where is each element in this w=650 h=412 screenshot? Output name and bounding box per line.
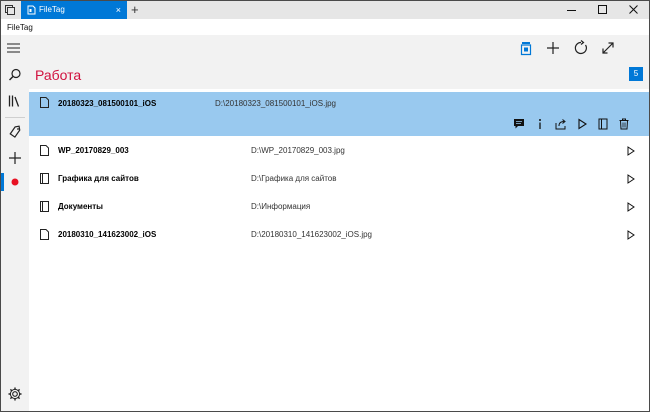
open-folder-button[interactable] — [593, 117, 614, 131]
delete-icon — [619, 118, 629, 130]
minimize-button[interactable] — [556, 1, 587, 19]
folder-book-icon — [40, 201, 49, 212]
folder-row[interactable]: Документы D:\Информация — [29, 193, 649, 221]
file-icon — [40, 97, 49, 108]
window-controls — [556, 1, 649, 19]
file-path: D:\Информация — [251, 202, 311, 211]
tag-jar-icon[interactable] — [518, 40, 534, 56]
file-row-selected[interactable]: 20180323_081500101_iOS D:\20180323_08150… — [29, 92, 649, 136]
close-window-button[interactable] — [618, 1, 649, 19]
file-row[interactable]: 20180310_141623002_iOS D:\20180310_14162… — [29, 221, 649, 249]
nav-separator — [5, 117, 25, 118]
settings-icon[interactable] — [7, 386, 23, 402]
close-icon — [629, 5, 638, 14]
refresh-icon[interactable] — [573, 40, 589, 56]
folder-book-icon — [40, 173, 49, 184]
play-icon[interactable] — [627, 202, 635, 212]
file-path: D:\WP_20170829_003.jpg — [251, 146, 345, 155]
comment-icon — [514, 119, 524, 129]
main-content: Работа 5 20180323_081500101_iOS D:\20180… — [29, 61, 649, 411]
library-icon[interactable] — [7, 93, 23, 109]
app-tab-icon — [27, 5, 36, 15]
file-path: D:\20180323_081500101_iOS.jpg — [215, 99, 336, 108]
tab-title: FileTag — [39, 5, 65, 14]
search-icon[interactable] — [7, 67, 23, 83]
left-nav — [1, 61, 29, 411]
file-row[interactable]: WP_20170829_003 D:\WP_20170829_003.jpg — [29, 137, 649, 165]
file-icon — [40, 229, 49, 240]
file-name: Документы — [58, 202, 103, 211]
app-name-label: FileTag — [7, 23, 33, 32]
page-title: Работа — [35, 67, 82, 83]
count-badge: 5 — [629, 67, 643, 81]
tab-filetag[interactable]: FileTag × — [21, 1, 127, 19]
new-tab-button[interactable]: + — [131, 2, 139, 17]
expand-icon[interactable] — [600, 40, 616, 56]
minimize-icon — [567, 10, 576, 11]
info-icon — [539, 119, 541, 129]
app-window: FileTag × + FileTag Работа 5 20180323_08… — [0, 0, 650, 412]
open-button[interactable] — [572, 117, 593, 131]
play-icon[interactable] — [627, 174, 635, 184]
play-icon[interactable] — [627, 146, 635, 156]
maximize-button[interactable] — [587, 1, 618, 19]
row-actions — [509, 117, 635, 131]
share-button[interactable] — [551, 117, 572, 131]
nav-active-indicator — [1, 173, 4, 191]
file-name: Графика для сайтов — [58, 174, 139, 183]
play-icon[interactable] — [627, 230, 635, 240]
share-icon — [555, 119, 566, 130]
file-name: 20180323_081500101_iOS — [58, 99, 157, 108]
file-icon — [40, 145, 49, 156]
menu-icon[interactable] — [7, 43, 21, 53]
record-dot-icon[interactable] — [7, 174, 23, 190]
tab-close-icon[interactable]: × — [116, 4, 121, 16]
folder-row[interactable]: Графика для сайтов D:\Графика для сайтов — [29, 165, 649, 193]
file-name: WP_20170829_003 — [58, 146, 129, 155]
tag-icon[interactable] — [7, 124, 23, 140]
title-bar: FileTag × + — [1, 1, 649, 19]
top-toolbar — [1, 35, 649, 61]
play-icon — [578, 118, 588, 130]
book-icon — [598, 118, 608, 130]
info-button[interactable] — [530, 117, 551, 131]
maximize-icon — [598, 5, 607, 14]
task-view-icon[interactable] — [4, 4, 16, 16]
file-path: D:\Графика для сайтов — [251, 174, 337, 183]
category-header: Работа 5 — [29, 61, 649, 89]
file-path: D:\20180310_141623002_iOS.jpg — [251, 230, 372, 239]
comment-button[interactable] — [509, 117, 530, 131]
add-icon[interactable] — [545, 40, 561, 56]
delete-button[interactable] — [614, 117, 635, 131]
file-name: 20180310_141623002_iOS — [58, 230, 157, 239]
add-tag-icon[interactable] — [7, 150, 23, 166]
